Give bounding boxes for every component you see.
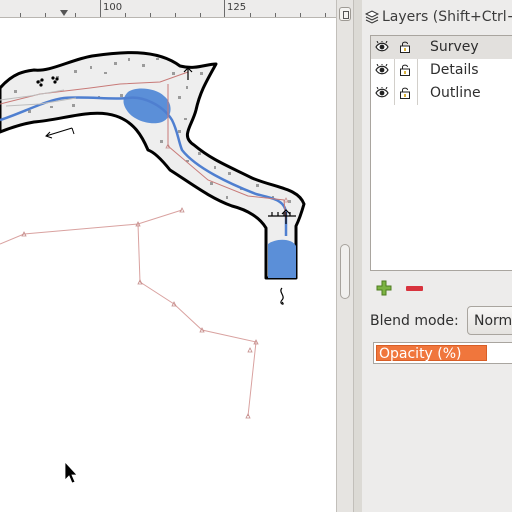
ruler-minor-tick: [275, 13, 276, 17]
opacity-slider[interactable]: Opacity (%): [373, 342, 512, 364]
layer-list[interactable]: Survey Details Outline: [370, 35, 512, 271]
layer-name: Details: [430, 62, 479, 78]
blend-mode-select[interactable]: Norm: [467, 306, 512, 335]
ruler-minor-tick: [175, 13, 176, 17]
ruler-label-125: 125: [227, 2, 247, 13]
slope-arrow-icon: [45, 127, 75, 139]
layer-name: Outline: [430, 85, 481, 101]
unlocked-icon[interactable]: [399, 87, 411, 99]
layer-row-survey[interactable]: Survey: [371, 36, 512, 59]
ruler-minor-tick: [150, 13, 151, 17]
eye-icon[interactable]: [375, 64, 389, 76]
ruler-minor-tick: [250, 13, 251, 17]
ruler-minor-tick: [45, 13, 46, 17]
scrollbar-thumb[interactable]: [340, 244, 350, 299]
ruler-minor-tick: [20, 13, 21, 17]
survey-leg-south: [137, 223, 257, 417]
station-marker: [247, 347, 253, 353]
ruler-minor-tick: [200, 13, 201, 17]
opacity-label: Opacity (%): [379, 346, 462, 362]
blend-mode-value: Norm: [474, 313, 512, 329]
ruler-major-tick: [224, 0, 225, 17]
ruler-position-marker: [60, 10, 68, 16]
panel-title: Layers (Shift+Ctrl+L: [382, 9, 512, 25]
ruler-label-100: 100: [103, 2, 123, 13]
panel-header[interactable]: Layers (Shift+Ctrl+L: [362, 0, 512, 34]
plus-icon[interactable]: [376, 280, 392, 296]
eye-icon[interactable]: [375, 87, 389, 99]
eye-icon[interactable]: [375, 41, 389, 53]
blend-mode-label: Blend mode:: [370, 313, 459, 329]
layer-name: Survey: [430, 39, 479, 55]
minus-icon[interactable]: [406, 286, 423, 291]
horizontal-ruler[interactable]: 100 125: [0, 0, 336, 18]
unlocked-icon[interactable]: [399, 41, 411, 53]
layers-icon: [365, 10, 379, 24]
vertical-scrollbar[interactable]: [336, 0, 354, 512]
ruler-minor-tick: [125, 13, 126, 17]
ruler-major-tick: [100, 0, 101, 17]
layer-row-outline[interactable]: Outline: [371, 82, 512, 105]
survey-leg-west: [0, 209, 183, 245]
ruler-minor-tick: [75, 13, 76, 17]
canvas-area[interactable]: 100 125: [0, 0, 336, 512]
cave-passage-outline[interactable]: [0, 51, 306, 280]
unlocked-icon[interactable]: [399, 64, 411, 76]
scrollbar-corner-button[interactable]: [339, 7, 351, 21]
sump-water[interactable]: [268, 239, 296, 278]
layers-panel: Layers (Shift+Ctrl+L Survey Details Outl…: [362, 0, 512, 512]
ruler-minor-tick: [325, 13, 326, 17]
ruler-minor-tick: [300, 13, 301, 17]
survey-network[interactable]: [0, 209, 257, 417]
mouse-pointer-icon: [64, 460, 78, 484]
layer-row-details[interactable]: Details: [371, 59, 512, 82]
cave-map-drawing[interactable]: [0, 18, 336, 512]
dock-separator[interactable]: [354, 0, 362, 512]
